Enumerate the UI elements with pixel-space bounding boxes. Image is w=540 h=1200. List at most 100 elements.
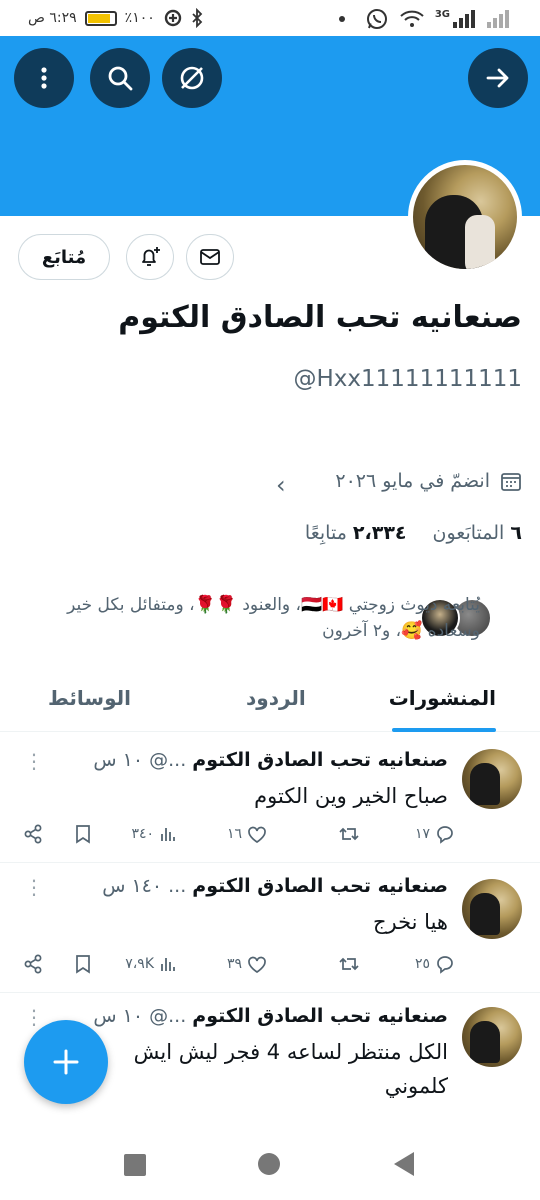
like-button[interactable]: ٣٩ bbox=[227, 953, 268, 975]
following-stat[interactable]: ٢،٣٣٤ متابِعًا bbox=[305, 522, 407, 544]
bookmark-icon bbox=[76, 955, 90, 974]
more-vertical-icon bbox=[41, 67, 47, 89]
following-button[interactable]: مُتابَع bbox=[18, 234, 110, 280]
repost-button[interactable] bbox=[338, 953, 360, 975]
post-avatar[interactable] bbox=[462, 749, 522, 809]
plus-icon bbox=[53, 1049, 79, 1075]
post-author: صنعانيه تحب الصادق الكتوم bbox=[192, 875, 448, 897]
post-actions: ١٧ ١٦ ٣٤٠ bbox=[24, 823, 456, 849]
repost-button[interactable] bbox=[338, 823, 360, 845]
post-header: صنعانيه تحب الصادق الكتوم ... ١٤٠ س bbox=[102, 875, 448, 897]
followers-count: ٦ bbox=[510, 522, 522, 544]
repost-icon bbox=[339, 957, 359, 971]
share-icon bbox=[24, 954, 42, 974]
message-button[interactable] bbox=[186, 234, 234, 280]
joined-date-text: انضمّ في مايو ٢٠٢٦ bbox=[335, 470, 490, 492]
profile-avatar[interactable] bbox=[408, 160, 522, 274]
status-bar-left: ٦:٢٩ ص ٪١٠٠ bbox=[28, 8, 203, 28]
notification-dot-icon bbox=[338, 16, 345, 22]
bookmark-icon bbox=[76, 825, 90, 844]
comment-icon bbox=[437, 956, 453, 974]
back-triangle-icon[interactable] bbox=[394, 1152, 414, 1176]
view-count: ٣٤٠ bbox=[131, 826, 154, 842]
chevron-left-icon[interactable]: ‹ bbox=[276, 471, 286, 499]
circle-icon[interactable] bbox=[258, 1153, 280, 1175]
active-tab-indicator bbox=[392, 728, 496, 732]
following-label: متابِعًا bbox=[304, 522, 347, 544]
post-text: هيا نخرج bbox=[372, 910, 448, 934]
followers-label: المتابَعون bbox=[432, 522, 505, 544]
whatsapp-icon bbox=[366, 9, 387, 29]
bell-plus-icon bbox=[142, 247, 160, 266]
arrow-right-icon bbox=[486, 68, 509, 88]
heart-icon bbox=[248, 956, 266, 974]
like-count: ٣٩ bbox=[226, 956, 242, 972]
views-icon bbox=[161, 828, 175, 841]
post-more-button[interactable]: ⋮ bbox=[24, 749, 44, 773]
grok-button[interactable] bbox=[162, 48, 222, 108]
data-saver-icon bbox=[164, 9, 181, 27]
reply-count: ٢٥ bbox=[414, 956, 430, 972]
share-icon bbox=[24, 824, 42, 844]
post-header: صنعانيه تحب الصادق الكتوم ...@ ١٠ س bbox=[93, 1005, 448, 1027]
calendar-icon bbox=[501, 473, 521, 491]
post-meta: ...@ ١٠ س bbox=[93, 749, 187, 771]
reply-button[interactable]: ١٧ bbox=[415, 823, 456, 845]
network-type: 3G bbox=[434, 8, 450, 20]
compose-button[interactable] bbox=[24, 1020, 108, 1104]
post-more-button[interactable]: ⋮ bbox=[24, 875, 44, 899]
profile-handle: @Hxx11111111111 bbox=[293, 366, 522, 392]
post-meta: ...@ ١٠ س bbox=[93, 1005, 187, 1027]
more-options-button[interactable] bbox=[14, 48, 74, 108]
post-header: صنعانيه تحب الصادق الكتوم ...@ ١٠ س bbox=[93, 749, 448, 771]
profile-name: صنعانيه تحب الصادق الكتوم bbox=[118, 300, 522, 335]
search-button[interactable] bbox=[90, 48, 150, 108]
mail-icon bbox=[200, 249, 220, 265]
share-button[interactable] bbox=[22, 823, 44, 845]
notifications-button[interactable] bbox=[126, 234, 174, 280]
post-avatar[interactable] bbox=[462, 1007, 522, 1067]
status-bar: ٦:٢٩ ص ٪١٠٠ 3G bbox=[0, 0, 540, 36]
forward-button[interactable] bbox=[468, 48, 528, 108]
heart-icon bbox=[248, 826, 266, 844]
post-meta: ... ١٤٠ س bbox=[102, 875, 187, 897]
views-button[interactable]: ٧،٩K bbox=[125, 953, 180, 975]
signal-icon bbox=[453, 10, 475, 28]
reply-button[interactable]: ٢٥ bbox=[415, 953, 456, 975]
post-more-button[interactable]: ⋮ bbox=[24, 1005, 44, 1029]
tab-posts[interactable]: المنشورات bbox=[389, 686, 496, 710]
slash-circle-icon bbox=[180, 66, 204, 90]
system-navigation-bar bbox=[0, 1128, 540, 1200]
like-count: ١٦ bbox=[226, 826, 242, 842]
like-button[interactable]: ١٦ bbox=[227, 823, 268, 845]
status-bar-right: 3G bbox=[338, 7, 510, 31]
followers-stat[interactable]: ٦ المتابَعون bbox=[433, 522, 522, 544]
bookmark-button[interactable] bbox=[72, 953, 94, 975]
post-text: صباح الخير وين الكتوم bbox=[254, 784, 448, 808]
views-icon bbox=[161, 958, 175, 971]
square-icon[interactable] bbox=[124, 1154, 146, 1176]
avatar-figure-2 bbox=[465, 215, 495, 269]
repost-icon bbox=[339, 827, 359, 841]
signal-2-icon bbox=[487, 10, 509, 28]
post-author: صنعانيه تحب الصادق الكتوم bbox=[192, 749, 448, 771]
views-button[interactable]: ٣٤٠ bbox=[131, 823, 180, 845]
follow-stats: ٦ المتابَعون ٢،٣٣٤ متابِعًا bbox=[305, 522, 522, 544]
mutual-followers-text[interactable]: يُتابعه ديوث زوجتي 🇾🇪🇨🇦، والعنود 🌹🌹، ومت… bbox=[50, 592, 480, 644]
post-item[interactable]: صنعانيه تحب الصادق الكتوم ... ١٤٠ س ⋮ هي… bbox=[0, 863, 540, 993]
post-author: صنعانيه تحب الصادق الكتوم bbox=[192, 1005, 448, 1027]
battery-icon bbox=[84, 10, 117, 26]
reply-count: ١٧ bbox=[414, 826, 430, 842]
post-actions: ٢٥ ٣٩ ٧،٩K bbox=[24, 953, 456, 979]
share-button[interactable] bbox=[22, 953, 44, 975]
profile-tabs: المنشورات الردود الوسائط bbox=[0, 672, 540, 732]
bluetooth-icon bbox=[192, 8, 203, 28]
following-button-label: مُتابَع bbox=[41, 246, 87, 268]
post-avatar[interactable] bbox=[462, 879, 522, 939]
status-time: ٦:٢٩ ص bbox=[28, 10, 77, 26]
comment-icon bbox=[437, 826, 453, 844]
post-item[interactable]: صنعانيه تحب الصادق الكتوم ...@ ١٠ س ⋮ صب… bbox=[0, 733, 540, 863]
bookmark-button[interactable] bbox=[72, 823, 94, 845]
tab-media[interactable]: الوسائط bbox=[48, 686, 131, 710]
tab-replies[interactable]: الردود bbox=[246, 686, 306, 710]
